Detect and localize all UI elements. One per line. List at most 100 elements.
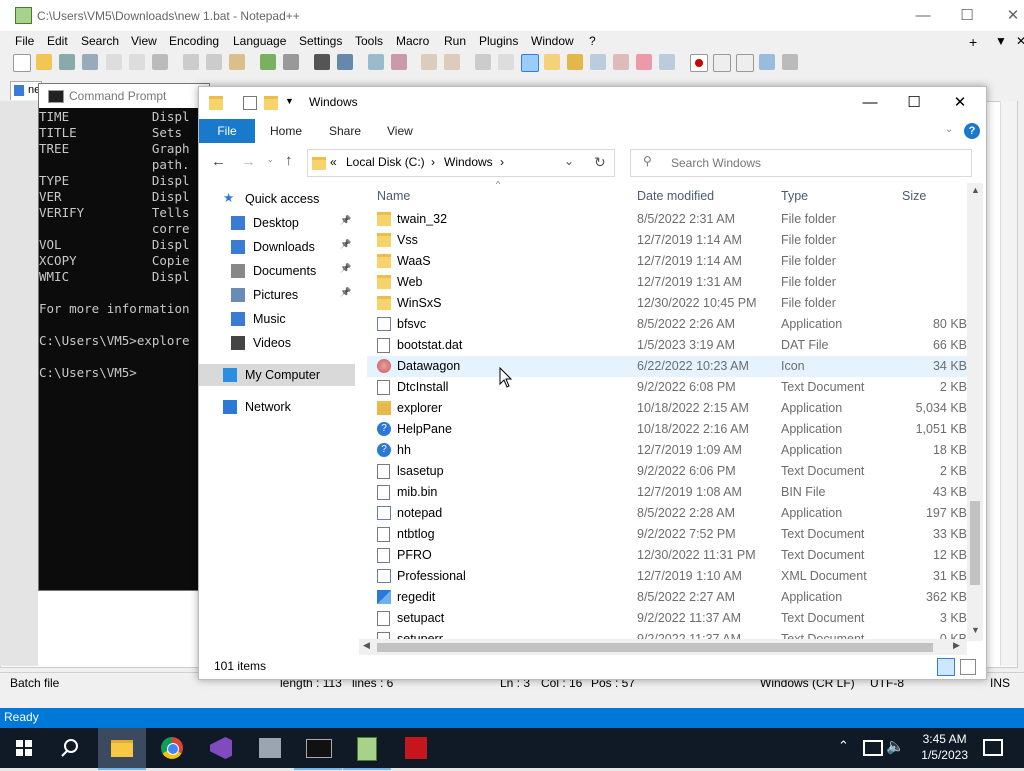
taskbar-file-explorer[interactable] bbox=[98, 728, 146, 770]
large-icons-view-icon[interactable] bbox=[960, 659, 976, 675]
find-icon[interactable] bbox=[314, 54, 330, 70]
horizontal-scrollbar[interactable]: ◀ ▶ bbox=[359, 639, 967, 655]
hscroll-thumb[interactable] bbox=[377, 643, 933, 652]
close-file-icon[interactable] bbox=[106, 54, 122, 70]
scroll-thumb[interactable] bbox=[970, 501, 980, 585]
sync-horizontal-icon[interactable] bbox=[444, 54, 460, 70]
scroll-right-arrow-icon[interactable]: ▶ bbox=[953, 640, 960, 651]
indent-guide-icon[interactable] bbox=[521, 54, 539, 72]
function-list-icon[interactable] bbox=[613, 54, 629, 70]
column-header-type[interactable]: Type bbox=[781, 189, 808, 203]
refresh-icon[interactable]: ↻ bbox=[594, 154, 606, 171]
save-all-icon[interactable] bbox=[82, 54, 98, 70]
sync-vertical-icon[interactable] bbox=[421, 54, 437, 70]
taskbar-chrome[interactable] bbox=[148, 728, 196, 768]
nav-item-desktop[interactable]: Desktop 📌 bbox=[199, 212, 355, 234]
close-icon[interactable]: ✕ bbox=[937, 87, 983, 118]
cut-icon[interactable] bbox=[183, 54, 199, 70]
taskbar-notepadpp[interactable] bbox=[343, 728, 391, 770]
close-icon[interactable]: ✕ bbox=[990, 0, 1024, 31]
volume-icon[interactable]: 🔈 bbox=[886, 737, 905, 755]
file-row[interactable]: notepad 8/5/2022 2:28 AM Application 197 KB bbox=[367, 503, 967, 524]
file-row[interactable]: bfsvc 8/5/2022 2:26 AM Application 80 KB bbox=[367, 314, 967, 335]
explorer-titlebar[interactable]: ▼ Windows — ☐ ✕ bbox=[199, 87, 986, 119]
file-row[interactable]: PFRO 12/30/2022 11:31 PM Text Document 12 K… bbox=[367, 545, 967, 566]
menu-language[interactable]: Language bbox=[233, 34, 286, 48]
open-file-icon[interactable] bbox=[36, 54, 52, 70]
play-macro-icon[interactable] bbox=[736, 54, 754, 72]
cmd-output[interactable]: TIME Displ TITLE Sets TREE Graph path. TYP… bbox=[39, 109, 209, 381]
word-wrap-icon[interactable] bbox=[475, 54, 491, 70]
menu-macro[interactable]: Macro bbox=[396, 34, 429, 48]
file-row[interactable]: mib.bin 12/7/2019 1:08 AM BIN File 43 KB bbox=[367, 482, 967, 503]
menu-search[interactable]: Search bbox=[81, 34, 119, 48]
pin-icon[interactable]: 📌 bbox=[340, 239, 351, 250]
file-row[interactable]: Datawagon 6/22/2022 10:23 AM Icon 34 KB bbox=[367, 356, 967, 377]
start-button[interactable] bbox=[0, 728, 48, 768]
monitoring-icon[interactable] bbox=[659, 54, 675, 70]
copy-icon[interactable] bbox=[206, 54, 222, 70]
new-folder-icon[interactable] bbox=[264, 96, 278, 110]
address-bar[interactable]: « Local Disk (C:) › Windows › ⌄ ↻ bbox=[307, 149, 615, 177]
file-row[interactable]: WinSxS 12/30/2022 10:45 PM File folder bbox=[367, 293, 967, 314]
column-header-size[interactable]: Size bbox=[902, 189, 926, 203]
maximize-icon[interactable]: ☐ bbox=[891, 87, 937, 118]
file-row[interactable]: lsasetup 9/2/2022 6:06 PM Text Document 2 K… bbox=[367, 461, 967, 482]
zoom-in-icon[interactable] bbox=[368, 54, 384, 70]
ribbon-file-tab[interactable]: File bbox=[199, 119, 255, 143]
paste-icon[interactable] bbox=[229, 54, 245, 70]
back-arrow-icon[interactable]: ← bbox=[211, 153, 226, 170]
minimize-icon[interactable]: — bbox=[900, 0, 946, 31]
save-macro-icon[interactable] bbox=[782, 54, 798, 70]
search-box[interactable]: ⚲ Search Windows bbox=[630, 149, 972, 177]
breadcrumb-chevron-icon[interactable]: › bbox=[500, 155, 504, 169]
pin-icon[interactable]: 📌 bbox=[340, 287, 351, 298]
file-row[interactable]: ? hh 12/7/2019 1:09 AM Application 18 KB bbox=[367, 440, 967, 461]
notepadpp-titlebar[interactable]: C:\Users\VM5\Downloads\new 1.bat - Notep… bbox=[0, 0, 1024, 31]
vertical-scrollbar[interactable]: ▲ ▼ bbox=[967, 183, 983, 641]
close-all-icon[interactable] bbox=[129, 54, 145, 70]
expand-ribbon-icon[interactable]: ⌄ bbox=[945, 124, 953, 135]
file-row[interactable]: DtcInstall 9/2/2022 6:08 PM Text Document 2… bbox=[367, 377, 967, 398]
folder-workspace-icon[interactable] bbox=[636, 54, 652, 70]
clock[interactable]: 3:45 AM 1/5/2023 bbox=[921, 731, 968, 763]
minimize-icon[interactable]: — bbox=[847, 87, 893, 118]
menu-run[interactable]: Run bbox=[444, 34, 466, 48]
file-row[interactable]: regedit 8/5/2022 2:27 AM Application 362 KB bbox=[367, 587, 967, 608]
chevron-down-icon[interactable]: ▼ bbox=[995, 34, 1007, 48]
file-row[interactable]: bootstat.dat 1/5/2023 3:19 AM DAT File 66 K… bbox=[367, 335, 967, 356]
menu-view[interactable]: View bbox=[131, 34, 157, 48]
file-row[interactable]: ntbtlog 9/2/2022 7:52 PM Text Document 33 K… bbox=[367, 524, 967, 545]
pin-icon[interactable]: 📌 bbox=[340, 215, 351, 226]
udl-icon[interactable] bbox=[544, 54, 560, 70]
nav-item-network[interactable]: Network bbox=[199, 396, 355, 418]
details-view-icon[interactable] bbox=[937, 658, 955, 676]
forward-arrow-icon[interactable]: → bbox=[241, 153, 256, 170]
scroll-up-arrow-icon[interactable]: ▲ bbox=[971, 185, 980, 195]
taskbar-app[interactable] bbox=[246, 728, 294, 768]
record-macro-icon[interactable] bbox=[690, 54, 708, 72]
pin-icon[interactable]: 📌 bbox=[340, 263, 351, 274]
column-header-name[interactable]: Name bbox=[377, 189, 410, 203]
menu-encoding[interactable]: Encoding bbox=[169, 34, 219, 48]
chevron-down-icon[interactable]: ▼ bbox=[285, 96, 294, 106]
file-row[interactable]: Professional 12/7/2019 1:10 AM XML Documen… bbox=[367, 566, 967, 587]
column-header-date[interactable]: Date modified bbox=[637, 189, 714, 203]
scroll-left-arrow-icon[interactable]: ◀ bbox=[363, 640, 370, 651]
new-file-icon[interactable] bbox=[13, 54, 31, 72]
nav-item-pictures[interactable]: Pictures 📌 bbox=[199, 284, 355, 306]
breadcrumb-chevron-icon[interactable]: › bbox=[431, 155, 435, 169]
print-icon[interactable] bbox=[152, 54, 168, 70]
nav-item-quick-access[interactable]: ★ Quick access bbox=[199, 188, 355, 210]
zoom-out-icon[interactable] bbox=[391, 54, 407, 70]
nav-item-videos[interactable]: Videos bbox=[199, 332, 355, 354]
stop-macro-icon[interactable] bbox=[713, 54, 731, 72]
file-row[interactable]: ? HelpPane 10/18/2022 2:16 AM Application 1,… bbox=[367, 419, 967, 440]
help-icon[interactable]: ? bbox=[964, 123, 980, 139]
run-macro-multiple-icon[interactable] bbox=[759, 54, 775, 70]
address-dropdown-icon[interactable]: ⌄ bbox=[564, 154, 574, 168]
save-icon[interactable] bbox=[59, 54, 75, 70]
menu-tools[interactable]: Tools bbox=[355, 34, 383, 48]
menu-file[interactable]: File bbox=[15, 34, 34, 48]
file-row[interactable]: setupact 9/2/2022 11:37 AM Text Document 3 … bbox=[367, 608, 967, 629]
